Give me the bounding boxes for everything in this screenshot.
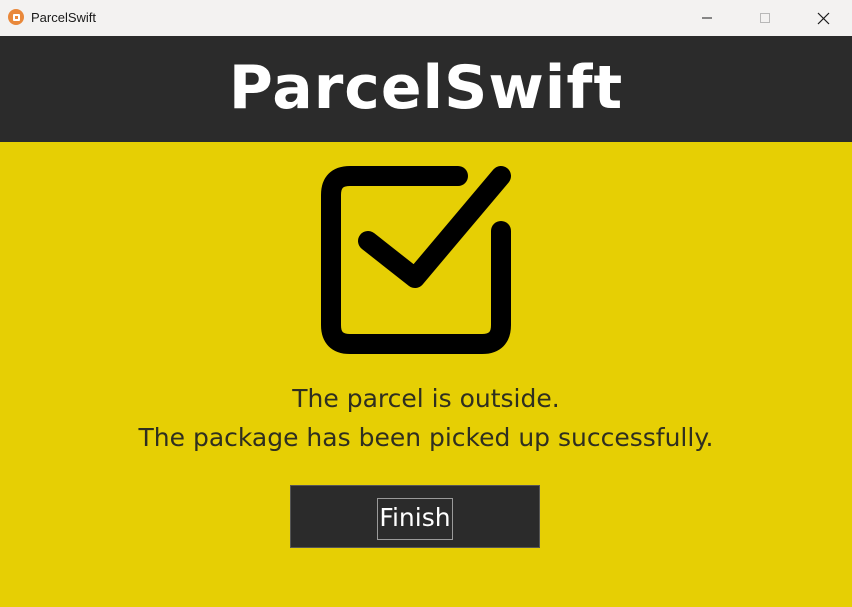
app-header: ParcelSwift [0,36,852,142]
status-message: The parcel is outside. [292,384,560,413]
success-message: The package has been picked up successfu… [138,423,714,452]
maximize-button[interactable] [736,0,794,36]
finish-button[interactable]: Finish [290,485,540,548]
checkbox-checked-icon [321,166,511,354]
title-bar[interactable]: ParcelSwift [0,0,852,36]
minimize-button[interactable] [678,0,736,36]
close-button[interactable] [794,0,852,36]
app-icon [8,9,24,25]
app-window: ParcelSwift ParcelSwift The parcel is ou… [0,0,852,607]
minimize-icon [702,17,712,19]
brand-title: ParcelSwift [228,53,624,123]
finish-button-label: Finish [377,497,453,540]
close-icon [817,12,829,24]
window-title: ParcelSwift [31,10,97,25]
maximize-icon [760,13,770,23]
